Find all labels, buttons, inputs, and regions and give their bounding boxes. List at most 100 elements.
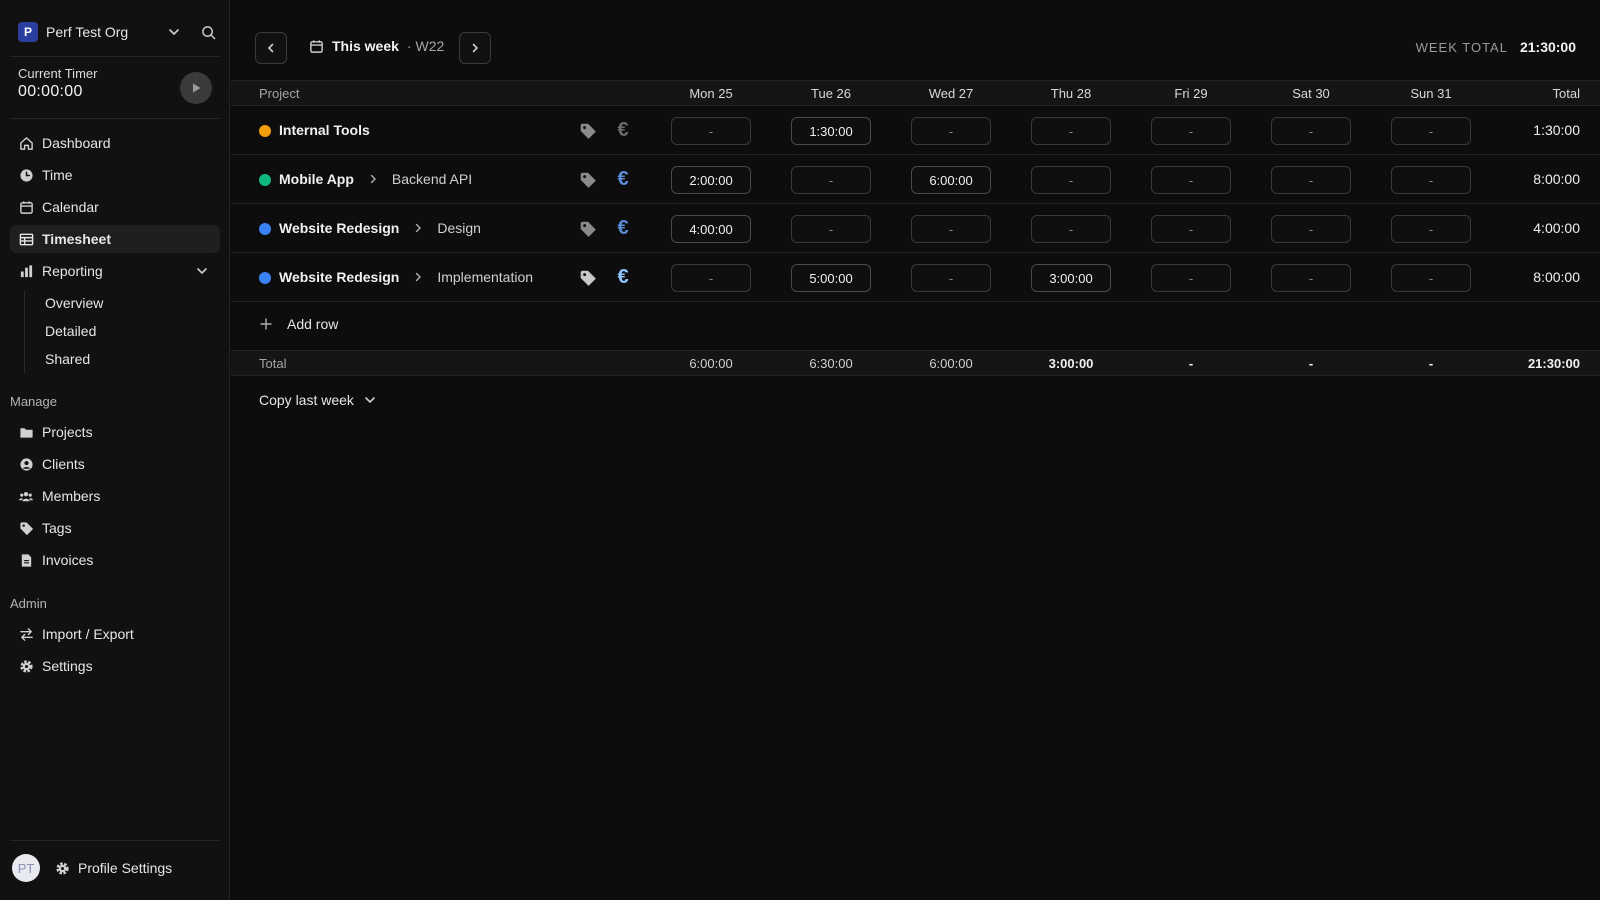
time-cell[interactable]: - bbox=[1391, 215, 1471, 243]
time-cell[interactable]: - bbox=[911, 215, 991, 243]
nav-dashboard[interactable]: Dashboard bbox=[10, 129, 220, 157]
section-label-manage: Manage bbox=[10, 394, 57, 409]
calendar-icon bbox=[308, 38, 324, 54]
chevron-down-icon bbox=[364, 394, 376, 406]
project-name[interactable]: Internal Tools bbox=[279, 122, 370, 138]
nav-label: Calendar bbox=[42, 199, 99, 215]
nav-label: Invoices bbox=[42, 552, 94, 568]
tag-icon bbox=[18, 520, 34, 536]
billable-euro-icon[interactable]: € bbox=[613, 168, 633, 190]
time-cell[interactable]: - bbox=[1271, 264, 1351, 292]
nav-tags[interactable]: Tags bbox=[10, 514, 220, 542]
table-row: Mobile App Backend API € 2:00:00 - 6:00:… bbox=[231, 155, 1600, 204]
time-cell[interactable]: - bbox=[1391, 264, 1471, 292]
gear-icon bbox=[18, 658, 34, 674]
profile-settings-label: Profile Settings bbox=[78, 860, 173, 876]
time-cell[interactable]: 4:00:00 bbox=[671, 215, 751, 243]
org-name: Perf Test Org bbox=[46, 24, 129, 40]
project-label: Mobile App bbox=[279, 171, 354, 187]
project-name[interactable]: Website Redesign Implementation bbox=[279, 269, 533, 285]
next-week-button[interactable] bbox=[459, 32, 491, 64]
timesheet-main: This week · W22 WEEK TOTAL 21:30:00 Proj… bbox=[231, 0, 1600, 900]
subnav-detailed[interactable]: Detailed bbox=[45, 323, 96, 339]
week-number: · W22 bbox=[406, 38, 445, 54]
time-cell[interactable]: - bbox=[1391, 166, 1471, 194]
row-total: 1:30:00 bbox=[1533, 122, 1580, 138]
sidebar: P Perf Test Org Current Timer 00:00:00 D… bbox=[0, 0, 230, 900]
nav-label: Import / Export bbox=[42, 626, 134, 642]
tag-icon[interactable] bbox=[578, 219, 598, 239]
nav-reporting[interactable]: Reporting bbox=[10, 257, 220, 285]
subnav-overview[interactable]: Overview bbox=[45, 295, 103, 311]
time-cell[interactable]: - bbox=[911, 117, 991, 145]
billable-euro-icon[interactable]: € bbox=[613, 119, 633, 141]
add-row-button[interactable]: Add row bbox=[259, 316, 338, 332]
time-cell[interactable]: - bbox=[1151, 117, 1231, 145]
time-cell[interactable]: 2:00:00 bbox=[671, 166, 751, 194]
time-cell[interactable]: - bbox=[1031, 117, 1111, 145]
time-cell[interactable]: - bbox=[671, 117, 751, 145]
grand-total: 21:30:00 bbox=[1527, 356, 1580, 371]
time-cell[interactable]: - bbox=[1271, 166, 1351, 194]
previous-week-button[interactable] bbox=[255, 32, 287, 64]
nav-label: Tags bbox=[42, 520, 72, 536]
time-cell[interactable]: - bbox=[1271, 215, 1351, 243]
play-icon bbox=[193, 83, 201, 93]
copy-last-week-button[interactable]: Copy last week bbox=[259, 392, 376, 408]
time-cell[interactable]: 1:30:00 bbox=[791, 117, 871, 145]
week-label: This week bbox=[332, 38, 399, 54]
nav-time[interactable]: Time bbox=[10, 161, 220, 189]
time-cell[interactable]: 3:00:00 bbox=[1031, 264, 1111, 292]
time-cell[interactable]: - bbox=[1151, 264, 1231, 292]
time-cell[interactable]: 6:00:00 bbox=[911, 166, 991, 194]
tag-icon[interactable] bbox=[578, 268, 598, 288]
time-cell[interactable]: - bbox=[671, 264, 751, 292]
nav-label: Timesheet bbox=[42, 231, 111, 247]
project-name[interactable]: Website Redesign Design bbox=[279, 220, 481, 236]
tag-icon[interactable] bbox=[578, 170, 598, 190]
add-row-label: Add row bbox=[287, 316, 339, 332]
play-button[interactable] bbox=[180, 72, 212, 104]
week-selector[interactable]: This week · W22 bbox=[308, 38, 444, 54]
nav-members[interactable]: Members bbox=[10, 482, 220, 510]
time-cell[interactable]: - bbox=[911, 264, 991, 292]
billable-euro-icon[interactable]: € bbox=[613, 217, 633, 239]
chevron-down-icon[interactable] bbox=[164, 22, 184, 42]
day-total: - bbox=[1188, 356, 1194, 371]
subnav-shared[interactable]: Shared bbox=[45, 351, 90, 367]
tag-icon[interactable] bbox=[578, 121, 598, 141]
chevron-down-icon[interactable] bbox=[194, 263, 210, 279]
time-cell[interactable]: - bbox=[1151, 215, 1231, 243]
nav-label: Projects bbox=[42, 424, 93, 440]
nav-invoices[interactable]: Invoices bbox=[10, 546, 220, 574]
time-cell[interactable]: - bbox=[1391, 117, 1471, 145]
project-name[interactable]: Mobile App Backend API bbox=[279, 171, 472, 187]
nav-calendar[interactable]: Calendar bbox=[10, 193, 220, 221]
user-circle-icon bbox=[18, 456, 34, 472]
time-cell[interactable]: - bbox=[791, 166, 871, 194]
time-cell[interactable]: - bbox=[1151, 166, 1231, 194]
column-header-day: Mon 25 bbox=[689, 86, 733, 101]
time-cell[interactable]: - bbox=[791, 215, 871, 243]
time-cell[interactable]: - bbox=[1271, 117, 1351, 145]
day-total: - bbox=[1308, 356, 1314, 371]
week-total-value: 21:30:00 bbox=[1519, 39, 1576, 55]
nav-projects[interactable]: Projects bbox=[10, 418, 220, 446]
nav-timesheet[interactable]: Timesheet bbox=[10, 225, 220, 253]
org-switcher[interactable]: P Perf Test Org bbox=[10, 14, 220, 50]
billable-euro-icon[interactable]: € bbox=[613, 266, 633, 288]
time-cell[interactable]: - bbox=[1031, 166, 1111, 194]
org-badge: P bbox=[18, 22, 38, 42]
time-cell[interactable]: 5:00:00 bbox=[791, 264, 871, 292]
nav-clients[interactable]: Clients bbox=[10, 450, 220, 478]
nav-settings[interactable]: Settings bbox=[10, 652, 220, 680]
day-total: 6:30:00 bbox=[809, 356, 853, 371]
row-total: 8:00:00 bbox=[1533, 171, 1580, 187]
time-cell[interactable]: - bbox=[1031, 215, 1111, 243]
calendar-icon bbox=[18, 199, 34, 215]
nav-label: Dashboard bbox=[42, 135, 111, 151]
search-icon[interactable] bbox=[198, 22, 218, 42]
nav-import-export[interactable]: Import / Export bbox=[10, 620, 220, 648]
table-row: Website Redesign Implementation € - 5:00… bbox=[231, 253, 1600, 302]
profile-settings[interactable]: PT Profile Settings bbox=[12, 854, 172, 882]
